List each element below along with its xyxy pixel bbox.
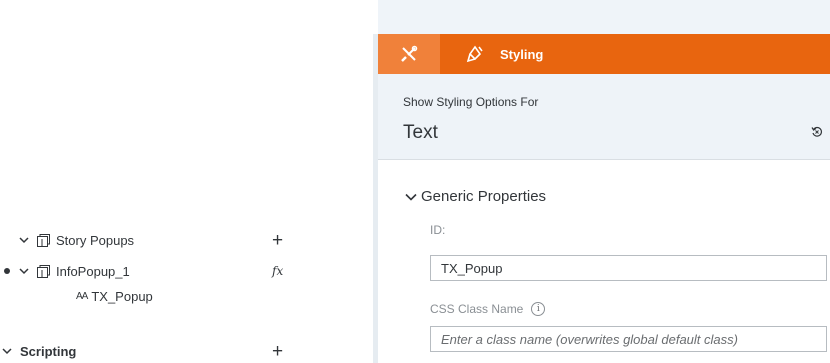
tools-icon [400,45,418,63]
styling-tab-label: Styling [500,46,544,62]
outline-tree: Story Popups + InfoPopup_1 fx AA TX_Popu… [0,0,300,363]
generic-properties-section[interactable]: Generic Properties [405,188,546,205]
designer-tab[interactable] [378,34,440,74]
styling-options-header: Show Styling Options For Text [378,74,830,160]
id-input[interactable] [430,255,827,281]
info-icon[interactable]: i [531,302,546,316]
add-popup-button[interactable]: + [272,231,283,250]
show-styling-label: Show Styling Options For [403,95,539,109]
id-label: ID: [430,223,446,237]
css-class-label-wrap: CSS Class Name i [430,302,546,316]
css-class-input[interactable] [430,326,827,352]
tree-row-scripting[interactable]: Scripting + [0,338,300,363]
styling-target-value[interactable]: Text [403,122,438,144]
tree-row-label: Story Popups [56,232,135,248]
tree-row-tx-popup[interactable]: AA TX_Popup [0,283,300,309]
tree-row-label: TX_Popup [91,288,153,304]
styling-tab[interactable]: Styling [440,34,543,74]
panel-top-strip [378,0,830,34]
tree-row-story-popups[interactable]: Story Popups + [0,227,300,253]
panel-toolbar: Styling [378,34,830,74]
text-widget-icon: AA [76,290,88,302]
add-script-button[interactable]: + [272,342,283,361]
popup-icon [37,233,50,247]
chevron-down-icon [405,192,417,202]
reset-icon[interactable] [811,126,823,138]
tree-row-label: Scripting [20,343,77,359]
section-title: Generic Properties [421,188,547,205]
chevron-down-icon[interactable] [2,346,12,356]
paint-brush-icon [466,45,484,63]
css-class-label: CSS Class Name [430,302,524,316]
chevron-down-icon[interactable] [19,235,29,245]
